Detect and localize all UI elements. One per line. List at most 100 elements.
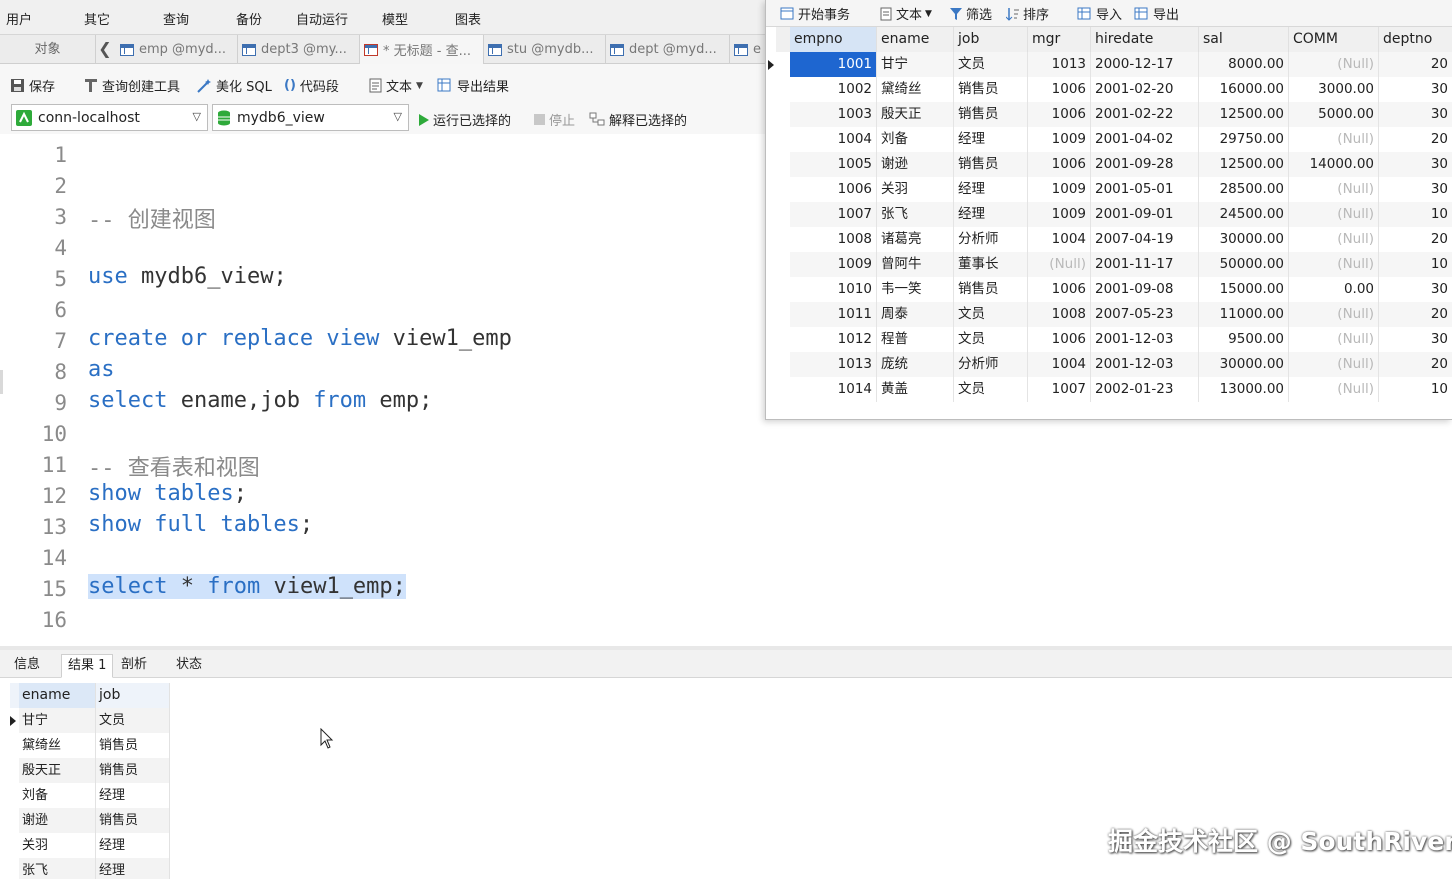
table-cell[interactable]: 1006 (790, 177, 877, 202)
result-grid[interactable]: ename job 甘宁 文员 黛绮丝 销售员 殷天正 销售员 刘备 经理 谢逊… (10, 683, 170, 879)
explain-selected-button[interactable]: 解释已选择的 (589, 110, 687, 129)
tab-e[interactable]: e (730, 35, 770, 64)
table-cell[interactable]: 文员 (954, 302, 1028, 327)
table-cell[interactable]: 张飞 (877, 202, 954, 227)
menu-backup[interactable]: 备份 (236, 9, 262, 28)
table-cell[interactable]: 庞统 (877, 352, 954, 377)
table-row[interactable]: 1011 周泰 文员 1008 2007-05-23 11000.00 (Null) 20 (776, 302, 1452, 327)
table-cell[interactable]: (Null) (1289, 227, 1379, 252)
menu-automation[interactable]: 自动运行 (296, 9, 348, 28)
table-row[interactable]: 刘备 经理 (10, 783, 170, 808)
table-cell[interactable]: 销售员 (954, 77, 1028, 102)
table-row[interactable]: 黛绮丝 销售员 (10, 733, 170, 758)
table-cell[interactable]: 黛绮丝 (877, 77, 954, 102)
table-cell[interactable]: 30 (1379, 327, 1452, 352)
import-button[interactable]: 导入 (1077, 4, 1122, 23)
table-cell[interactable]: 20 (1379, 227, 1452, 252)
splitter-handle[interactable] (0, 370, 3, 394)
table-cell[interactable]: 刘备 (19, 783, 96, 808)
table-cell[interactable]: 文员 (954, 377, 1028, 402)
table-row[interactable]: 1014 黄盖 文员 1007 2002-01-23 13000.00 (Null) 10 (776, 377, 1452, 402)
table-cell[interactable]: 诸葛亮 (877, 227, 954, 252)
table-row[interactable]: 关羽 经理 (10, 833, 170, 858)
table-cell[interactable]: 5000.00 (1289, 102, 1379, 127)
table-cell[interactable]: 文员 (954, 327, 1028, 352)
emp-data-grid[interactable]: empno ename job mgr hiredate sal COMM deptno 100… (768, 27, 1452, 402)
export-result-button[interactable]: 导出结果 (437, 76, 509, 95)
table-cell[interactable]: 1005 (790, 152, 877, 177)
table-cell[interactable]: 13000.00 (1199, 377, 1289, 402)
begin-transaction-button[interactable]: 开始事务 (780, 4, 850, 23)
tab-profile[interactable]: 剖析 (115, 654, 153, 678)
table-cell[interactable]: 1002 (790, 77, 877, 102)
table-cell[interactable]: 2001-12-03 (1091, 352, 1199, 377)
table-cell[interactable]: 曾阿牛 (877, 252, 954, 277)
table-cell[interactable]: 20 (1379, 52, 1452, 77)
save-button[interactable]: 保存 (10, 76, 55, 95)
table-cell[interactable]: (Null) (1289, 52, 1379, 77)
table-cell[interactable]: 2000-12-17 (1091, 52, 1199, 77)
table-cell[interactable]: 28500.00 (1199, 177, 1289, 202)
column-header-deptno[interactable]: deptno (1379, 27, 1452, 52)
table-cell[interactable]: 1004 (1028, 227, 1091, 252)
table-cell[interactable]: 30000.00 (1199, 227, 1289, 252)
table-cell[interactable]: 16000.00 (1199, 77, 1289, 102)
table-cell[interactable]: 销售员 (96, 758, 170, 783)
connection-select[interactable]: conn-localhost ▽ (11, 104, 208, 131)
table-row[interactable]: 谢逊 销售员 (10, 808, 170, 833)
menu-query[interactable]: 查询 (163, 9, 189, 28)
export-button[interactable]: 导出 (1134, 4, 1179, 23)
table-cell[interactable]: 2001-04-02 (1091, 127, 1199, 152)
emp-table-window[interactable]: 开始事务 文本 ▼ 筛选 排序 导入 导出 empno ename job mgr hi… (765, 0, 1452, 420)
table-cell[interactable]: 30 (1379, 77, 1452, 102)
table-cell[interactable]: 1006 (1028, 102, 1091, 127)
table-row[interactable]: 1001 甘宁 文员 1013 2000-12-17 8000.00 (Null) 20 (768, 52, 1452, 77)
column-header-job[interactable]: job (954, 27, 1028, 52)
table-cell[interactable]: 2001-12-03 (1091, 327, 1199, 352)
table-row[interactable]: 1004 刘备 经理 1009 2001-04-02 29750.00 (Null) 20 (776, 127, 1452, 152)
table-cell[interactable]: 12500.00 (1199, 152, 1289, 177)
table-cell[interactable]: 1011 (790, 302, 877, 327)
table-cell[interactable]: (Null) (1289, 377, 1379, 402)
table-cell[interactable]: 30 (1379, 277, 1452, 302)
table-cell[interactable]: 经理 (96, 783, 170, 808)
table-cell[interactable]: 程普 (877, 327, 954, 352)
table-cell[interactable]: 1006 (1028, 327, 1091, 352)
tab-dept[interactable]: dept @myd... (606, 35, 730, 64)
table-cell[interactable]: 甘宁 (877, 52, 954, 77)
table-cell[interactable]: 关羽 (19, 833, 96, 858)
table-cell[interactable]: 1004 (1028, 352, 1091, 377)
table-cell[interactable]: 9500.00 (1199, 327, 1289, 352)
table-cell[interactable]: 经理 (96, 858, 170, 879)
table-cell[interactable]: 周泰 (877, 302, 954, 327)
table-row[interactable]: 1003 殷天正 销售员 1006 2001-02-22 12500.00 5000.00 3… (776, 102, 1452, 127)
table-cell[interactable]: 11000.00 (1199, 302, 1289, 327)
table-cell[interactable]: (Null) (1289, 327, 1379, 352)
table-cell[interactable]: 销售员 (96, 733, 170, 758)
table-cell[interactable]: 黛绮丝 (19, 733, 96, 758)
table-row[interactable]: 张飞 经理 (10, 858, 170, 879)
table-cell[interactable]: 8000.00 (1199, 52, 1289, 77)
table-cell[interactable]: 谢逊 (19, 808, 96, 833)
table-cell[interactable]: 1004 (790, 127, 877, 152)
table-cell[interactable]: 2001-09-01 (1091, 202, 1199, 227)
table-cell[interactable]: 1006 (1028, 77, 1091, 102)
tab-result-1[interactable]: 结果 1 (61, 654, 114, 678)
tab-dept3[interactable]: dept3 @my... (238, 35, 360, 64)
table-cell[interactable]: 1009 (1028, 127, 1091, 152)
query-builder-button[interactable]: 查询创建工具 (84, 76, 180, 95)
table-cell[interactable]: 1003 (790, 102, 877, 127)
tab-scroll-left-icon[interactable]: ❮ (96, 35, 114, 64)
table-row[interactable]: 甘宁 文员 (10, 708, 170, 733)
table-cell[interactable]: 甘宁 (19, 708, 96, 733)
table-row[interactable]: 1013 庞统 分析师 1004 2001-12-03 30000.00 (Null) 20 (776, 352, 1452, 377)
table-cell[interactable]: 30000.00 (1199, 352, 1289, 377)
table-cell[interactable]: 韦一笑 (877, 277, 954, 302)
beautify-sql-button[interactable]: 美化 SQL (196, 76, 272, 95)
stop-button[interactable]: 停止 (534, 110, 575, 129)
table-cell[interactable]: 1009 (1028, 202, 1091, 227)
table-row[interactable]: 1006 关羽 经理 1009 2001-05-01 28500.00 (Null) 30 (776, 177, 1452, 202)
text-button[interactable]: 文本 ▼ (880, 4, 932, 23)
table-cell[interactable]: 2001-09-28 (1091, 152, 1199, 177)
table-row[interactable]: 1012 程普 文员 1006 2001-12-03 9500.00 (Null) 30 (776, 327, 1452, 352)
